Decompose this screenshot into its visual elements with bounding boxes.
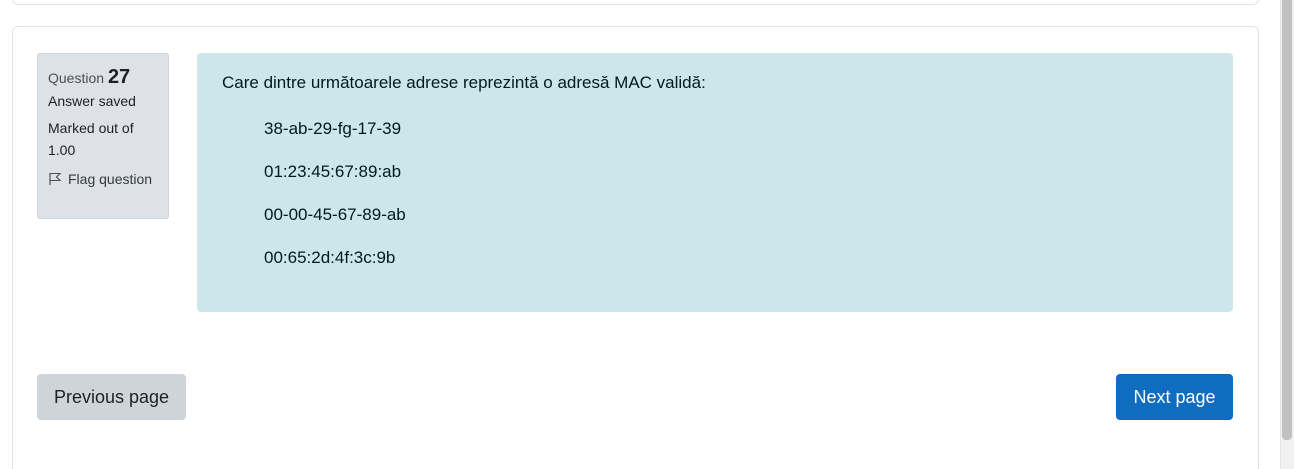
flag-question-button[interactable]: Flag question [48,171,158,187]
previous-question-card [12,0,1259,5]
previous-page-button[interactable]: Previous page [37,374,186,420]
scrollbar[interactable] [1280,0,1294,469]
question-number: Question 27 [48,66,158,89]
question-state: Answer saved [48,93,136,109]
question-number-value: 27 [107,66,131,88]
question-info-panel: Question 27 Answer saved Marked out of 1… [37,53,169,219]
answer-option[interactable]: 00:65:2d:4f:3c:9b [264,246,1208,289]
question-formulation: Care dintre următoarele adrese reprezint… [197,53,1233,312]
answer-option[interactable]: 00-00-45-67-89-ab [264,203,1208,246]
question-grade-line1: Marked out of [48,120,134,136]
flag-icon [49,172,62,185]
question-grade: Marked out of 1.00 [48,117,158,161]
flag-question-label: Flag question [68,171,153,187]
next-page-button[interactable]: Next page [1116,374,1233,420]
answer-option[interactable]: 38-ab-29-fg-17-39 [264,117,1208,160]
answer-list: 38-ab-29-fg-17-39 01:23:45:67:89:ab 00-0… [222,117,1208,289]
question-grade-line2: 1.00 [48,142,76,158]
answer-option[interactable]: 01:23:45:67:89:ab [264,160,1208,203]
question-text: Care dintre următoarele adrese reprezint… [222,73,706,92]
scrollbar-thumb[interactable] [1282,0,1292,440]
question-number-label: Question [48,70,105,86]
